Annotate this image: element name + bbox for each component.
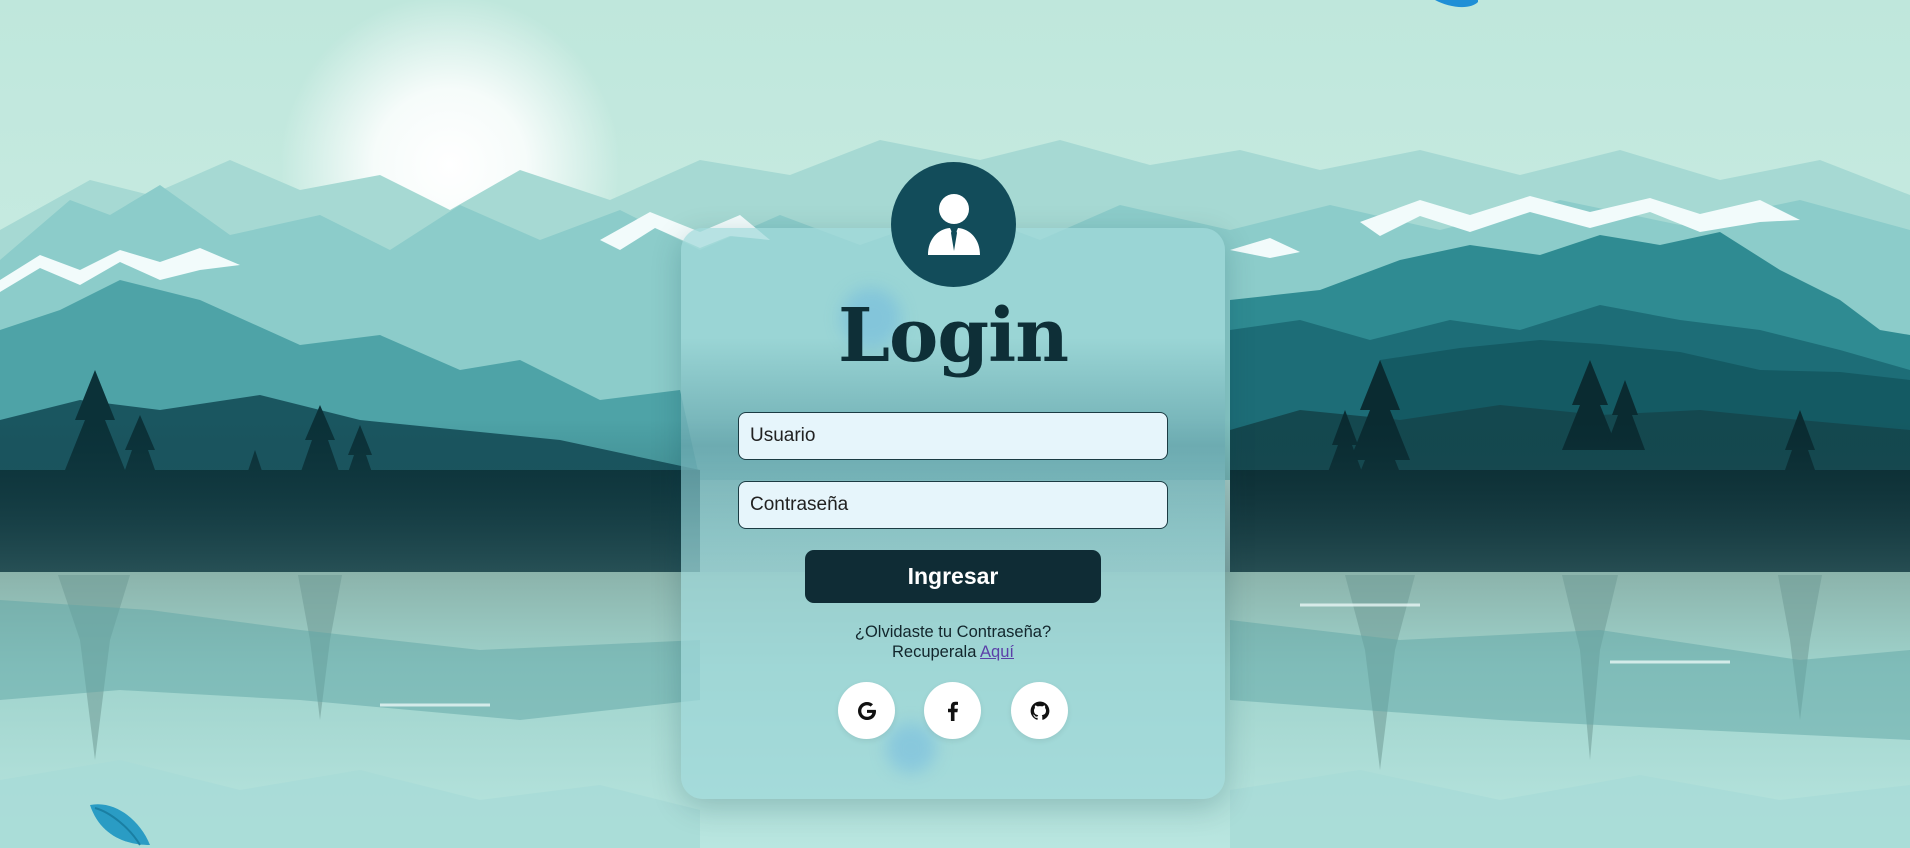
- facebook-icon: [947, 701, 958, 721]
- github-icon: [1030, 701, 1049, 720]
- forgot-password-text: ¿Olvidaste tu Contraseña? Recuperala Aqu…: [681, 622, 1225, 662]
- page-title: Login: [837, 293, 1069, 379]
- card-glow: [886, 723, 936, 773]
- password-input[interactable]: [738, 481, 1168, 529]
- google-login-button[interactable]: [838, 682, 895, 739]
- forgot-password-question: ¿Olvidaste tu Contraseña?: [854, 623, 1052, 641]
- recover-label: Recuperala: [891, 643, 981, 661]
- user-avatar: [891, 162, 1016, 287]
- login-button[interactable]: Ingresar: [805, 550, 1101, 603]
- recover-link[interactable]: Aquí: [980, 643, 1014, 661]
- username-input[interactable]: [738, 412, 1168, 460]
- recover-line: Recuperala Aquí: [681, 642, 1225, 662]
- facebook-login-button[interactable]: [924, 682, 981, 739]
- user-tie-icon: [927, 193, 980, 255]
- github-login-button[interactable]: [1011, 682, 1068, 739]
- google-icon: [857, 701, 876, 720]
